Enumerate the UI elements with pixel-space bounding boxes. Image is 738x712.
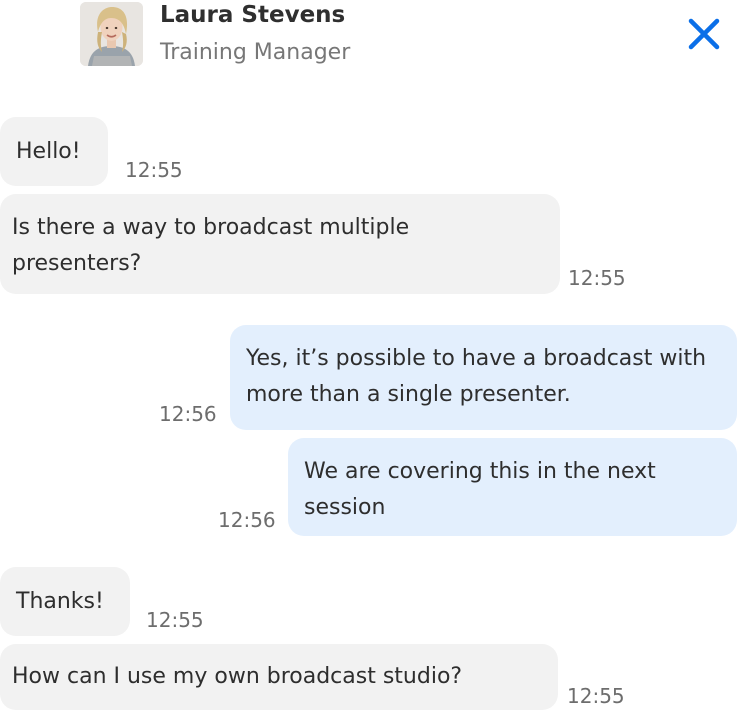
message-bubble-incoming[interactable]: How can I use my own broadcast studio? bbox=[0, 644, 558, 710]
message-bubble-incoming[interactable]: Thanks! bbox=[0, 567, 130, 636]
message-bubble-incoming[interactable]: Hello! bbox=[0, 117, 108, 186]
message-text: Hello! bbox=[16, 139, 81, 164]
close-x-icon bbox=[688, 18, 720, 50]
message-text: Is there a way to broadcast multiple pre… bbox=[12, 215, 410, 276]
message-timestamp: 12:55 bbox=[146, 608, 204, 632]
message-text: Yes, it’s possible to have a broadcast w… bbox=[246, 346, 707, 407]
message-timestamp: 12:55 bbox=[125, 158, 183, 182]
avatar[interactable] bbox=[80, 2, 143, 66]
message-timestamp: 12:56 bbox=[218, 508, 276, 532]
message-bubble-incoming[interactable]: Is there a way to broadcast multiple pre… bbox=[0, 194, 560, 294]
message-timestamp: 12:55 bbox=[567, 684, 625, 708]
user-avatar-icon bbox=[80, 2, 143, 66]
contact-name: Laura Stevens bbox=[160, 2, 346, 28]
message-timestamp: 12:55 bbox=[568, 266, 626, 290]
contact-role: Training Manager bbox=[160, 40, 351, 65]
message-text: How can I use my own broadcast studio? bbox=[12, 664, 463, 689]
message-text: Thanks! bbox=[16, 589, 104, 614]
message-bubble-outgoing[interactable]: Yes, it’s possible to have a broadcast w… bbox=[230, 325, 737, 430]
message-bubble-outgoing[interactable]: We are covering this in the next session bbox=[288, 438, 737, 536]
chat-header: Laura Stevens Training Manager bbox=[0, 0, 738, 80]
message-timestamp: 12:56 bbox=[159, 402, 217, 426]
message-text: We are covering this in the next session bbox=[304, 459, 656, 520]
close-button[interactable] bbox=[686, 16, 722, 52]
